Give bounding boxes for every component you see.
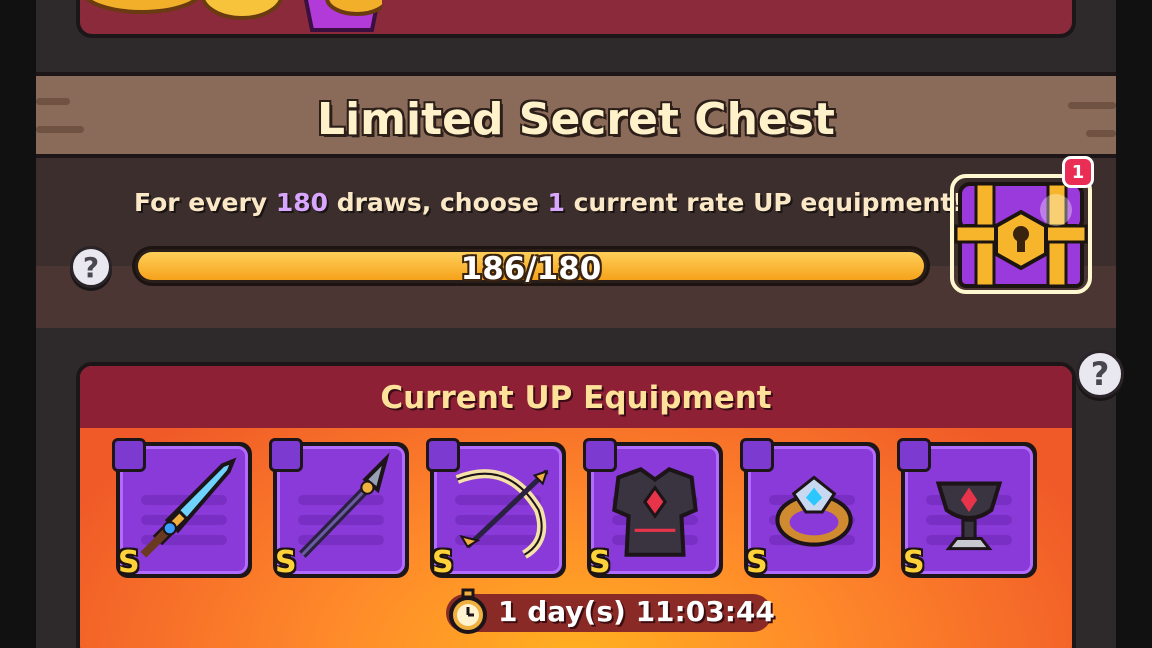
chest-count-badge: 1 [1062,156,1094,188]
sword-slot-icon [426,438,460,472]
grade-label: S [589,545,611,580]
ring-slot-icon [740,438,774,472]
necklace-slot-icon [897,438,931,472]
draws-needed: 180 [275,188,328,217]
grade-label: S [275,545,297,580]
grade-label: S [432,545,454,580]
draw-description: For every 180 draws, choose 1 current ra… [134,188,964,217]
grade-label: S [746,545,768,580]
left-margin [0,0,36,648]
equipment-item[interactable]: S [426,438,566,580]
chest-icon[interactable] [946,170,1096,298]
event-timer: 1 day(s) 11:03:44 [446,588,775,634]
equipment-item[interactable]: S [897,438,1037,580]
grade-label: S [903,545,925,580]
stopwatch-icon [449,588,487,634]
section-header: Limited Secret Chest [36,72,1116,158]
gacha-screen: Limited Secret Chest For every 180 draws… [36,0,1124,648]
coins-illustration [85,0,382,32]
choose-count: 1 [547,188,565,217]
sword-slot-icon [112,438,146,472]
equipment-item[interactable]: S [583,438,723,580]
equipment-item[interactable]: S [269,438,409,580]
panel-help-button[interactable]: ? [1076,350,1124,398]
right-margin [1116,0,1152,648]
sword-slot-icon [269,438,303,472]
timer-text: 1 day(s) 11:03:44 [498,595,775,628]
panel-title: Current UP Equipment [380,380,772,416]
draw-progress-area: For every 180 draws, choose 1 current ra… [36,158,1116,328]
panel-header: Current UP Equipment [80,366,1072,428]
draw-progress-bar: 186/180 [132,246,930,287]
equipment-item[interactable]: S [112,438,252,580]
grade-label: S [118,545,140,580]
section-title: Limited Secret Chest [317,94,835,145]
armor-slot-icon [583,438,617,472]
help-button[interactable]: ? [70,246,112,288]
progress-text: 186/180 [460,251,602,287]
equipment-item[interactable]: S [740,438,880,580]
